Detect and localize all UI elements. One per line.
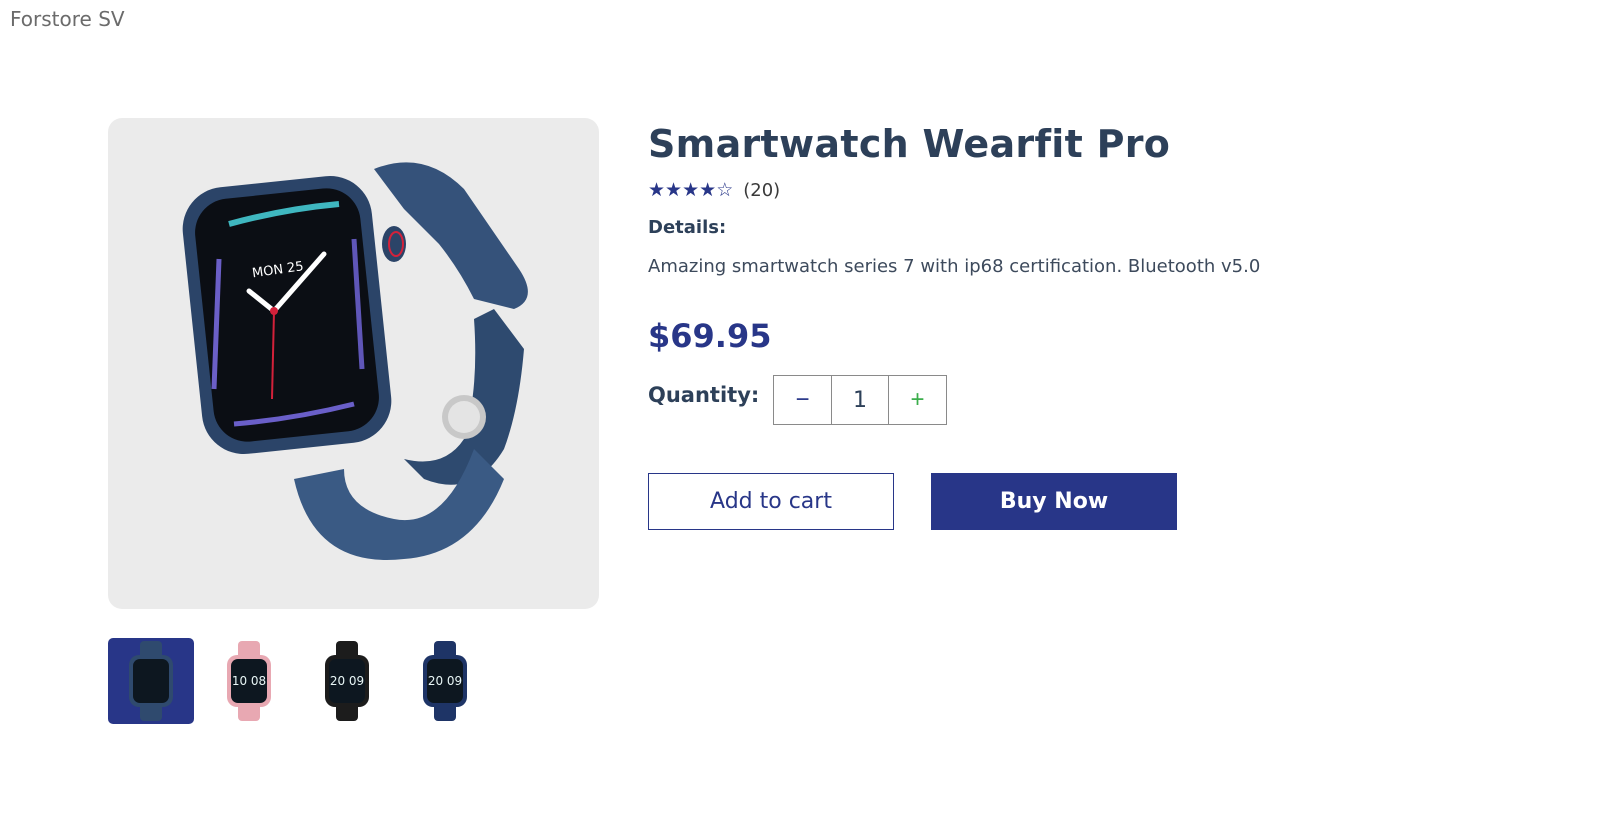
watch-thumbnail-icon: 20 09	[325, 641, 369, 721]
star-filled-icon: ★	[665, 179, 683, 201]
star-filled-icon: ★	[648, 179, 666, 201]
star-filled-icon: ★	[682, 179, 700, 201]
review-count[interactable]: (20)	[743, 180, 780, 201]
thumbnail-navy-watch-side[interactable]	[108, 638, 194, 724]
details-label: Details:	[648, 217, 727, 238]
increase-quantity-button[interactable]: +	[889, 376, 946, 424]
watch-thumbnail-icon: 20 09	[423, 641, 467, 721]
smartwatch-image: MON 25	[182, 161, 528, 560]
quantity-label: Quantity:	[648, 383, 760, 407]
thumbnail-pink-watch[interactable]: 10 08	[206, 638, 292, 724]
product-description: Amazing smartwatch series 7 with ip68 ce…	[648, 256, 1261, 277]
product-info: Smartwatch Wearfit Pro ★★★★☆ (20) Detail…	[648, 122, 1348, 530]
product-main-image: MON 25	[108, 118, 599, 609]
rating-stars: ★★★★☆	[648, 181, 733, 201]
star-empty-icon: ☆	[716, 179, 734, 201]
thumbnail-black-watch[interactable]: 20 09	[304, 638, 390, 724]
site-title[interactable]: Forstore SV	[10, 7, 125, 31]
svg-text:10 08: 10 08	[232, 674, 266, 688]
watch-thumbnail-icon: 10 08	[227, 641, 271, 721]
quantity-stepper: − 1 +	[773, 375, 947, 425]
quantity-value[interactable]: 1	[831, 376, 889, 424]
thumbnail-gallery: 10 08 20 09 20 09	[108, 638, 488, 724]
buy-now-button[interactable]: Buy Now	[931, 473, 1177, 530]
rating: ★★★★☆ (20)	[648, 180, 1348, 201]
purchase-actions: Add to cart Buy Now	[648, 473, 1348, 530]
add-to-cart-button[interactable]: Add to cart	[648, 473, 894, 530]
svg-text:20 09: 20 09	[428, 674, 462, 688]
product-title: Smartwatch Wearfit Pro	[648, 122, 1171, 166]
thumbnail-navy-watch-front[interactable]: 20 09	[402, 638, 488, 724]
svg-text:20 09: 20 09	[330, 674, 364, 688]
product-price: $69.95	[648, 317, 772, 355]
decrease-quantity-button[interactable]: −	[774, 376, 831, 424]
watch-thumbnail-icon	[129, 641, 173, 721]
quantity-row: Quantity: − 1 +	[648, 375, 1348, 425]
star-filled-icon: ★	[699, 179, 717, 201]
